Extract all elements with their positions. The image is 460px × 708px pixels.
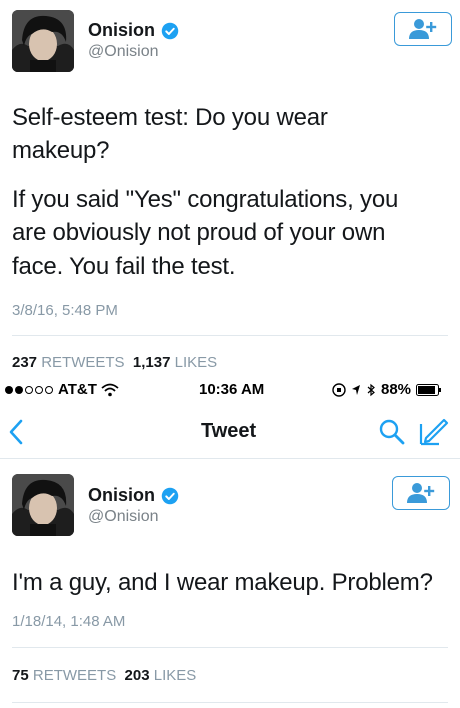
retweets-label: RETWEETS xyxy=(41,354,125,371)
wifi-icon xyxy=(101,383,119,396)
verified-badge-icon xyxy=(161,22,179,39)
avatar-image xyxy=(12,474,74,536)
follow-person-plus-icon xyxy=(409,19,437,39)
location-arrow-icon xyxy=(352,384,360,395)
search-button[interactable] xyxy=(378,418,406,451)
compose-icon xyxy=(419,418,449,446)
tweet-text-line: If you said "Yes" congratulations, you xyxy=(12,186,399,213)
avatar-image xyxy=(12,10,74,72)
battery-percent: 88% xyxy=(381,381,412,398)
orientation-lock-icon xyxy=(332,382,346,397)
search-icon xyxy=(379,419,405,445)
back-button[interactable] xyxy=(8,419,24,450)
page-title: Tweet xyxy=(201,420,257,442)
tweet-text-line: face. You fail the test. xyxy=(12,253,236,280)
display-name-text: Onision xyxy=(88,20,155,40)
tweet-timestamp[interactable]: 1/18/14, 1:48 AM xyxy=(12,613,125,630)
status-bar-time: 10:36 AM xyxy=(199,381,265,398)
retweets-count[interactable]: 237 xyxy=(12,354,37,371)
display-name-text: Onision xyxy=(88,485,155,505)
nav-divider xyxy=(0,458,460,459)
likes-label: LIKES xyxy=(153,667,197,684)
back-chevron-icon xyxy=(9,419,23,445)
signal-strength-icon xyxy=(5,385,53,394)
tweet-stats: 75 RETWEETS 203 LIKES xyxy=(12,667,196,684)
likes-count[interactable]: 1,137 xyxy=(133,354,171,371)
user-handle[interactable]: @Onision xyxy=(88,43,159,61)
tweet-stats: 237 RETWEETS 1,137 LIKES xyxy=(12,354,217,371)
avatar[interactable] xyxy=(12,10,74,72)
display-name[interactable]: Onision xyxy=(88,20,179,41)
likes-label: LIKES xyxy=(174,354,218,371)
divider xyxy=(12,335,448,336)
tweet-text: I'm a guy, and I wear makeup. Problem? xyxy=(12,569,433,596)
divider xyxy=(12,702,448,703)
follow-button[interactable] xyxy=(392,476,450,510)
user-handle[interactable]: @Onision xyxy=(88,508,159,526)
follow-button[interactable] xyxy=(394,12,452,46)
tweet-text-line: Self-esteem test: Do you wear xyxy=(12,104,328,131)
status-bar-left: AT&T xyxy=(4,381,119,398)
battery-icon xyxy=(416,383,442,396)
tweet-timestamp[interactable]: 3/8/16, 5:48 PM xyxy=(12,302,118,319)
bluetooth-icon xyxy=(367,383,375,396)
compose-button[interactable] xyxy=(417,416,449,451)
avatar[interactable] xyxy=(12,474,74,536)
likes-count[interactable]: 203 xyxy=(125,667,150,684)
tweet-text-line: are obviously not proud of your own xyxy=(12,219,386,246)
divider xyxy=(12,647,448,648)
verified-badge-icon xyxy=(161,487,179,504)
tweet-text-line: makeup? xyxy=(12,137,110,164)
status-bar-right: 88% xyxy=(332,381,442,398)
display-name[interactable]: Onision xyxy=(88,485,179,506)
carrier-name: AT&T xyxy=(58,381,97,398)
retweets-label: RETWEETS xyxy=(32,667,117,684)
retweets-count[interactable]: 75 xyxy=(12,667,29,684)
follow-person-plus-icon xyxy=(407,483,435,503)
